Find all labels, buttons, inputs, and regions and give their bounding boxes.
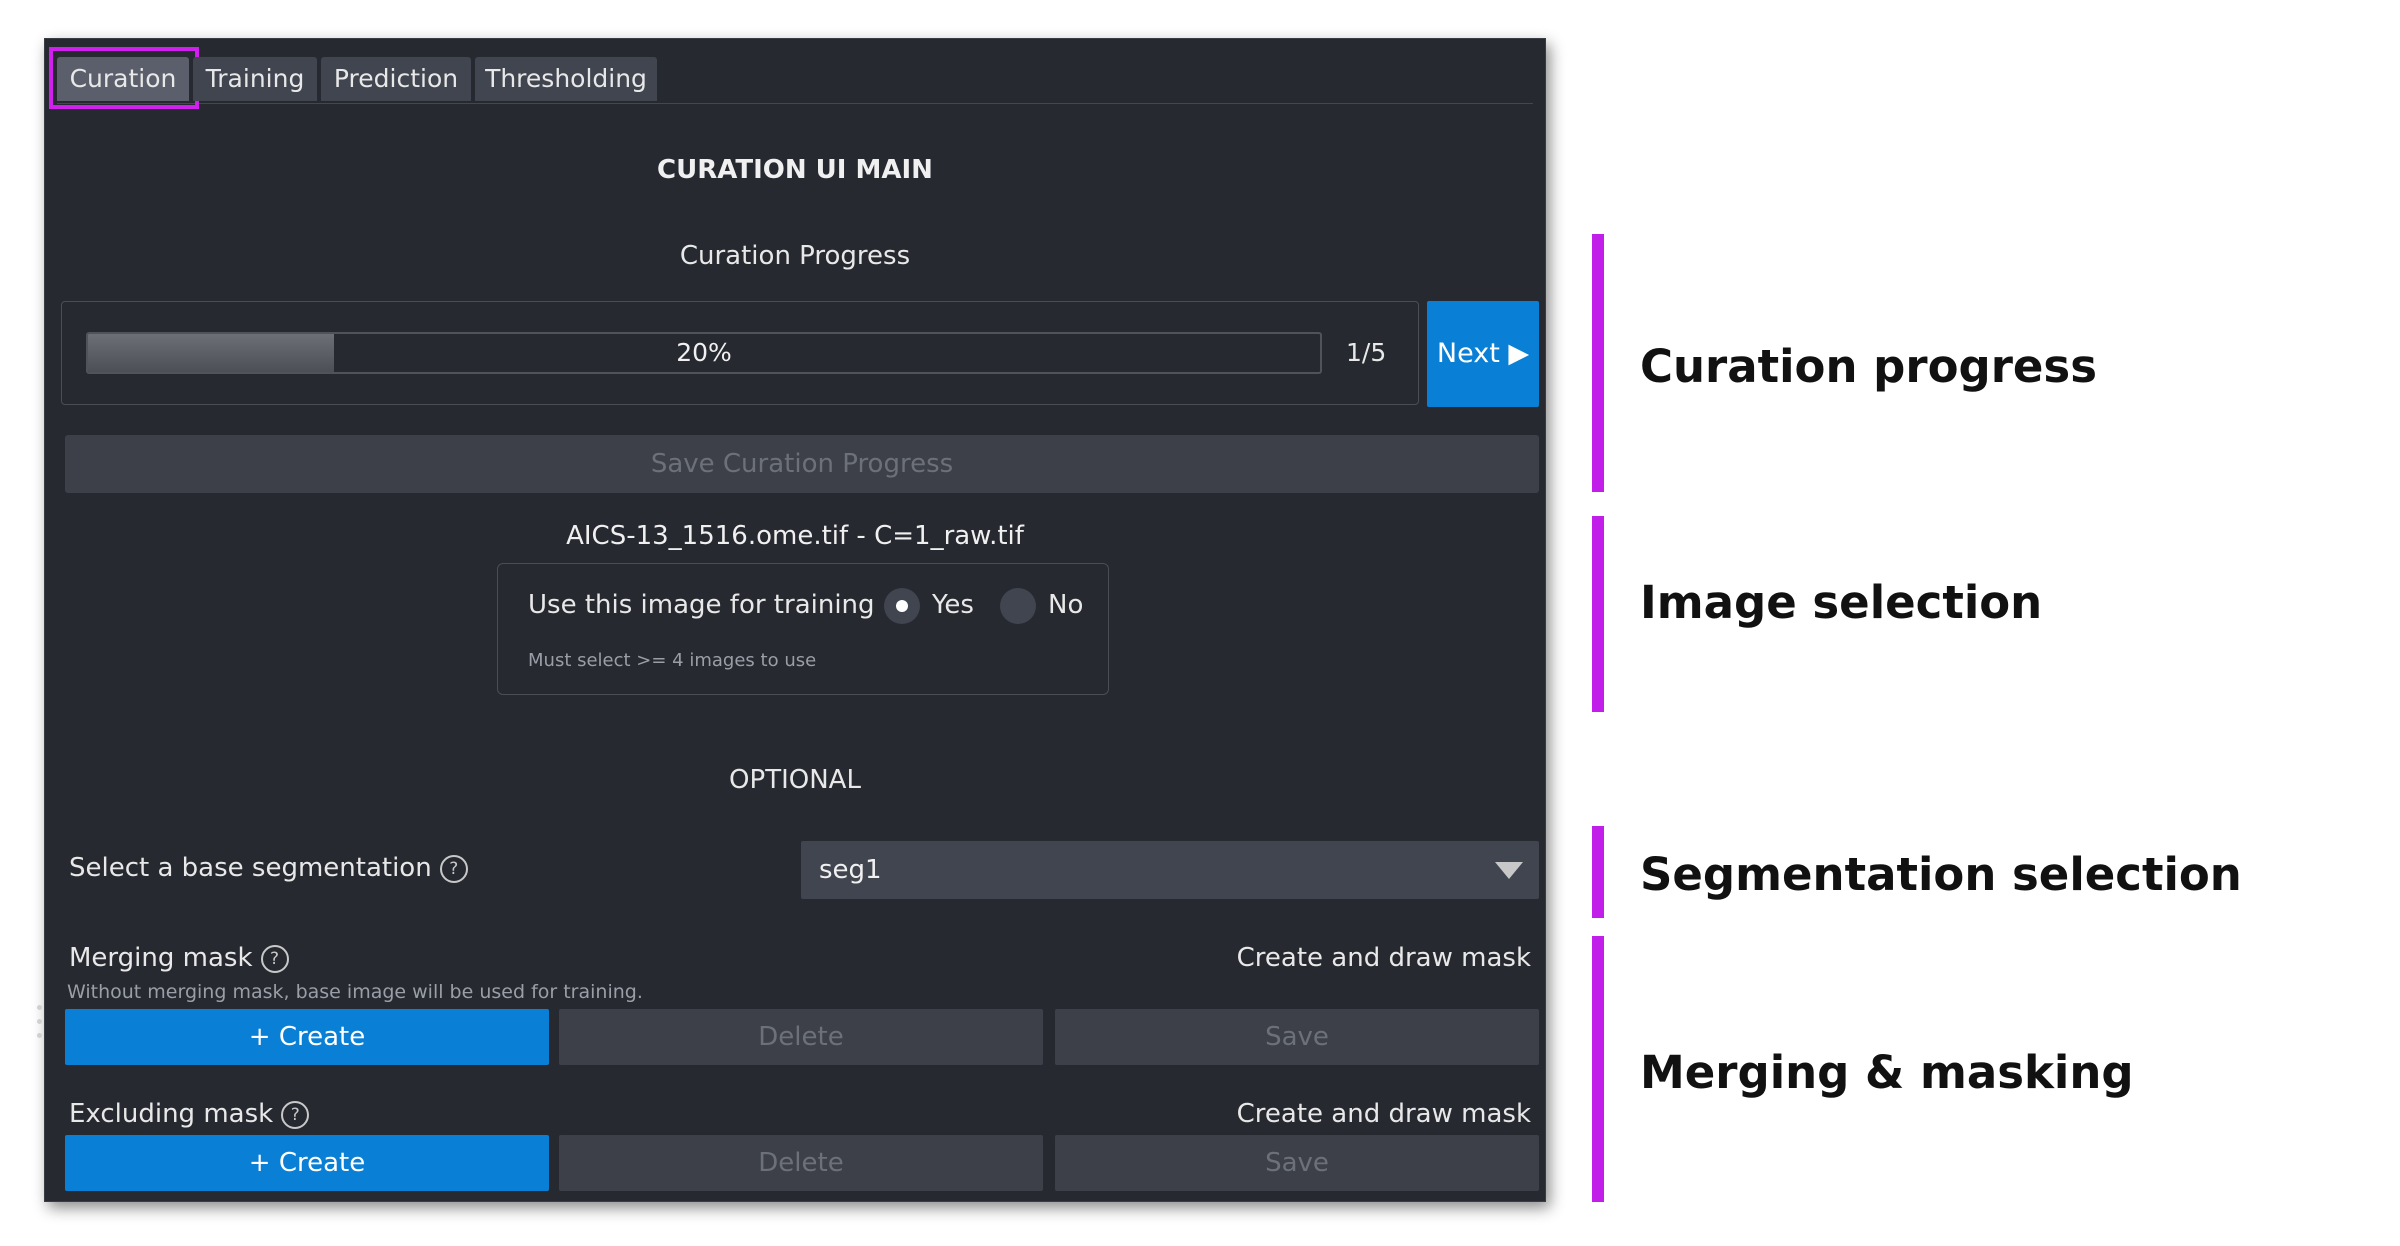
annotation-curation-progress: Curation progress [1640,340,2097,393]
excluding-mask-row: Excluding mask? [69,1099,310,1129]
excluding-mask-label: Excluding mask [69,1099,274,1129]
help-icon[interactable]: ? [281,1100,310,1129]
merging-mask-row: Merging mask? [69,943,289,973]
dropdown-arrow-icon [1495,862,1523,879]
progress-count: 1/5 [1346,338,1387,367]
merging-create-button[interactable]: + Create [65,1009,549,1065]
page-title: CURATION UI MAIN [657,155,933,185]
excluding-delete-button[interactable]: Delete [559,1135,1043,1191]
merging-create-draw-label: Create and draw mask [1236,943,1531,973]
save-progress-button[interactable]: Save Curation Progress [65,435,1539,493]
merging-delete-button[interactable]: Delete [559,1009,1043,1065]
optional-heading: OPTIONAL [729,765,861,795]
tab-thresholding[interactable]: Thresholding [475,57,657,101]
annotation-bar-merging-masking [1592,936,1604,1202]
tab-curation-label: Curation [69,64,177,93]
progress-bar: 20% [86,332,1322,374]
next-button[interactable]: Next ▶ [1427,301,1539,407]
image-filename: AICS-13_1516.ome.tif - C=1_raw.tif [566,521,1024,551]
tab-training-label: Training [205,64,305,93]
base-segmentation-value: seg1 [819,855,882,885]
yes-radio[interactable] [884,588,920,624]
help-icon[interactable]: ? [260,944,289,973]
merging-mask-hint: Without merging mask, base image will be… [67,981,643,1003]
base-segmentation-row: Select a base segmentation? [69,853,468,883]
annotation-bar-segmentation-selection [1592,826,1604,918]
resize-handle-icon[interactable] [37,1005,43,1045]
tab-thresholding-label: Thresholding [485,64,647,93]
yes-radio-label: Yes [932,590,974,620]
excluding-create-draw-label: Create and draw mask [1236,1099,1531,1129]
excluding-create-button[interactable]: + Create [65,1135,549,1191]
curation-panel: Curation Training Prediction Thresholdin… [37,38,1546,1202]
progress-frame: 20% 1/5 [61,301,1419,405]
training-hint: Must select >= 4 images to use [528,650,817,671]
help-icon[interactable]: ? [439,854,468,883]
annotation-image-selection: Image selection [1640,576,2043,629]
no-radio-label: No [1048,590,1084,620]
annotation-merging-masking: Merging & masking [1640,1046,2134,1099]
training-selection-box: Use this image for training Yes No Must … [497,563,1109,695]
base-segmentation-select[interactable]: seg1 [801,841,1539,899]
merging-save-button[interactable]: Save [1055,1009,1539,1065]
tab-prediction-label: Prediction [333,64,459,93]
tab-bar: Curation Training Prediction Thresholdin… [49,47,1533,109]
merging-mask-label: Merging mask [69,943,253,973]
annotation-bar-image-selection [1592,516,1604,712]
tab-training[interactable]: Training [193,57,317,101]
use-image-label: Use this image for training [528,590,875,620]
base-segmentation-label: Select a base segmentation [69,853,432,883]
annotation-bar-curation-progress [1592,234,1604,492]
tab-prediction[interactable]: Prediction [321,57,471,101]
progress-heading: Curation Progress [679,241,911,271]
progress-percent: 20% [676,338,732,367]
no-radio[interactable] [1000,588,1036,624]
excluding-save-button[interactable]: Save [1055,1135,1539,1191]
tab-curation[interactable]: Curation [49,47,199,109]
annotation-segmentation-selection: Segmentation selection [1640,848,2242,901]
